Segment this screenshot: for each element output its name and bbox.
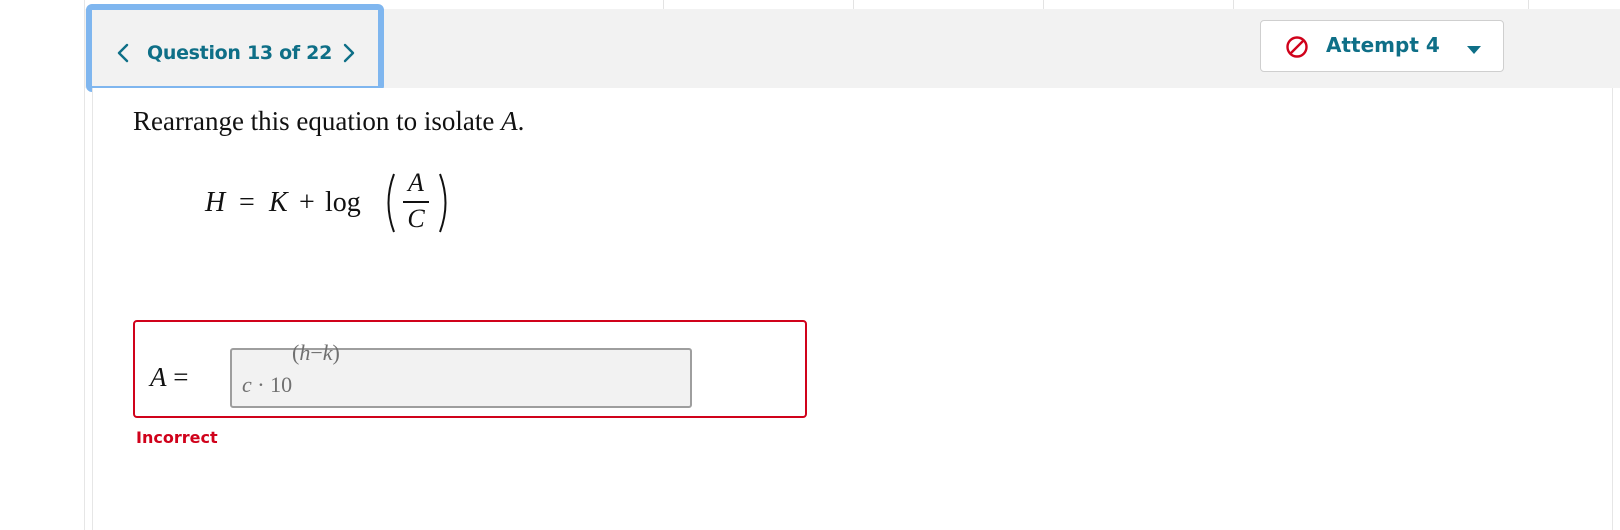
answer-label: A = xyxy=(150,362,189,392)
fraction: A C xyxy=(397,168,435,238)
answer-box: A = c · 10 (h−k) xyxy=(133,320,807,418)
left-paren xyxy=(381,168,397,238)
strip-divider xyxy=(1043,0,1044,9)
question-content: Rearrange this equation to isolate A. H … xyxy=(92,88,1613,530)
no-entry-icon xyxy=(1285,35,1309,59)
question-navigator[interactable]: Question 13 of 22 xyxy=(86,4,384,92)
prompt-variable: A xyxy=(501,106,518,136)
fraction-denominator: C xyxy=(407,204,425,233)
attempt-dropdown[interactable]: Attempt 4 xyxy=(1260,20,1504,72)
prompt-end: . xyxy=(517,106,525,136)
equation-equals: = xyxy=(239,187,255,218)
strip-divider xyxy=(1233,0,1234,9)
chevron-right-icon[interactable] xyxy=(340,42,358,64)
fraction-bar xyxy=(403,201,429,203)
equation-k: K xyxy=(269,187,288,218)
chevron-left-icon[interactable] xyxy=(114,42,132,64)
equation-log: log xyxy=(325,187,361,218)
question-prompt: Rearrange this equation to isolate A. xyxy=(133,106,524,137)
answer-value: c · 10 xyxy=(242,372,293,397)
fraction-numerator: A xyxy=(408,168,424,197)
caret-down-icon xyxy=(1467,42,1481,54)
right-paren xyxy=(437,168,453,238)
answer-input[interactable]: c · 10 (h−k) xyxy=(230,340,692,408)
prompt-text: Rearrange this equation to isolate xyxy=(133,106,502,136)
question-counter[interactable]: Question 13 of 22 xyxy=(147,42,332,64)
feedback-incorrect: Incorrect xyxy=(136,428,218,447)
attempt-label: Attempt 4 xyxy=(1326,33,1440,57)
strip-divider xyxy=(853,0,854,9)
left-gutter xyxy=(0,0,85,530)
strip-divider xyxy=(663,0,664,9)
answer-exponent: (h−k) xyxy=(292,340,340,365)
equation-plus: + xyxy=(299,187,315,218)
strip-divider xyxy=(1528,0,1529,9)
equation-lhs: H xyxy=(205,187,226,218)
